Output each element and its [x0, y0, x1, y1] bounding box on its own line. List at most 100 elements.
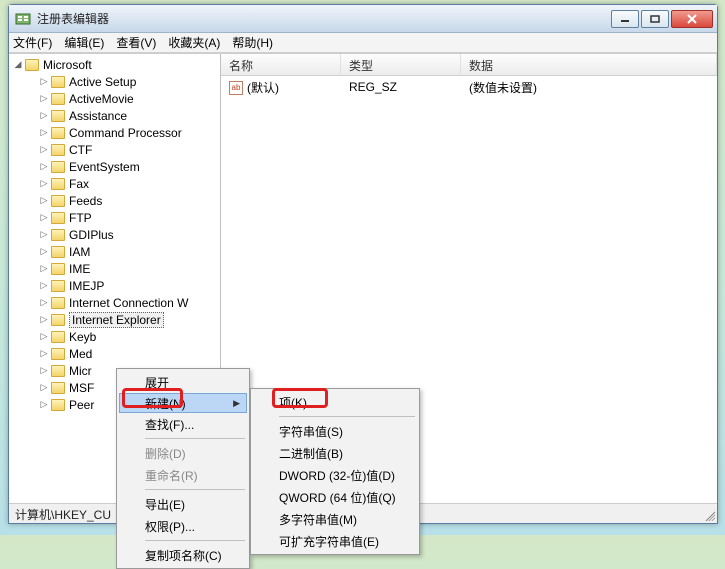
tree-label: IME: [69, 262, 90, 276]
tree-root[interactable]: ◢ Microsoft: [9, 56, 220, 73]
expand-arrow-icon[interactable]: ▷: [39, 281, 49, 291]
tree-label: Keyb: [69, 330, 96, 344]
context-menu-main: 展开 新建(N) ▶ 查找(F)... 删除(D) 重命名(R) 导出(E) 权…: [116, 368, 250, 569]
tree-label: Microsoft: [43, 58, 92, 72]
window-buttons: [609, 10, 713, 28]
tree-item[interactable]: ▷ IAM: [9, 243, 220, 260]
folder-icon: [51, 212, 65, 224]
tree-item[interactable]: ▷Active Setup: [9, 73, 220, 90]
close-button[interactable]: [671, 10, 713, 28]
minimize-button[interactable]: [611, 10, 639, 28]
folder-icon: [51, 161, 65, 173]
new-multi-string[interactable]: 多字符串值(M): [253, 508, 417, 530]
new-expandable-string[interactable]: 可扩充字符串值(E): [253, 530, 417, 552]
window-title: 注册表编辑器: [37, 10, 609, 27]
new-qword[interactable]: QWORD (64 位)值(Q): [253, 486, 417, 508]
folder-icon: [51, 314, 65, 326]
expand-arrow-icon[interactable]: ▷: [39, 94, 49, 104]
expand-arrow-icon[interactable]: ▷: [39, 230, 49, 240]
new-binary[interactable]: 二进制值(B): [253, 442, 417, 464]
tree-label: Feeds: [69, 194, 102, 208]
tree-item[interactable]: ▷Fax: [9, 175, 220, 192]
menu-edit[interactable]: 编辑(E): [64, 34, 104, 51]
tree-item[interactable]: ▷CTF: [9, 141, 220, 158]
folder-icon: [51, 144, 65, 156]
titlebar[interactable]: 注册表编辑器: [9, 5, 717, 33]
expand-arrow-icon[interactable]: ▷: [39, 145, 49, 155]
menu-file[interactable]: 文件(F): [13, 34, 52, 51]
tree-item[interactable]: ▷ Internet Explorer: [9, 311, 220, 328]
context-menu-new: 项(K) 字符串值(S) 二进制值(B) DWORD (32-位)值(D) QW…: [250, 388, 420, 555]
new-dword[interactable]: DWORD (32-位)值(D): [253, 464, 417, 486]
folder-icon: [51, 229, 65, 241]
string-value-icon: ab: [229, 81, 243, 95]
ctx-export[interactable]: 导出(E): [119, 493, 247, 515]
tree-item[interactable]: ▷ Keyb: [9, 328, 220, 345]
ctx-delete[interactable]: 删除(D): [119, 442, 247, 464]
expand-arrow-icon[interactable]: ▷: [39, 400, 49, 410]
resize-grip-icon[interactable]: [703, 509, 715, 521]
list-header[interactable]: 名称 类型 数据: [221, 54, 717, 76]
expand-arrow-icon[interactable]: ▷: [39, 179, 49, 189]
new-string[interactable]: 字符串值(S): [253, 420, 417, 442]
menu-separator: [279, 416, 415, 417]
folder-icon: [51, 348, 65, 360]
expand-arrow-icon[interactable]: ▷: [39, 247, 49, 257]
folder-icon: [51, 110, 65, 122]
tree-label: Command Processor: [69, 126, 182, 140]
ctx-expand[interactable]: 展开: [119, 371, 247, 393]
expand-arrow-icon[interactable]: ▷: [39, 196, 49, 206]
tree-label: Peer: [69, 398, 94, 412]
list-row[interactable]: ab(默认) REG_SZ (数值未设置): [221, 78, 717, 96]
expand-arrow-icon[interactable]: ▷: [39, 264, 49, 274]
tree-label: EventSystem: [69, 160, 140, 174]
tree-item[interactable]: ▷ EventSystem: [9, 158, 220, 175]
tree-label: GDIPlus: [69, 228, 114, 242]
folder-icon: [51, 93, 65, 105]
tree-label: IAM: [69, 245, 90, 259]
folder-icon: [51, 331, 65, 343]
ctx-rename[interactable]: 重命名(R): [119, 464, 247, 486]
expand-arrow-icon[interactable]: ▷: [39, 128, 49, 138]
tree-item[interactable]: ▷ Command Processor: [9, 124, 220, 141]
expand-arrow-icon[interactable]: ▷: [39, 315, 49, 325]
tree-item[interactable]: ▷ IMEJP: [9, 277, 220, 294]
expand-arrow-icon[interactable]: ▷: [39, 111, 49, 121]
menu-view[interactable]: 查看(V): [116, 34, 156, 51]
expand-arrow-icon[interactable]: ▷: [39, 332, 49, 342]
ctx-permissions[interactable]: 权限(P)...: [119, 515, 247, 537]
ctx-new[interactable]: 新建(N) ▶: [119, 393, 247, 413]
ctx-find[interactable]: 查找(F)...: [119, 413, 247, 435]
tree-item[interactable]: ▷ Med: [9, 345, 220, 362]
tree-label: Micr: [69, 364, 92, 378]
menu-favorites[interactable]: 收藏夹(A): [168, 34, 220, 51]
expand-arrow-icon[interactable]: ▷: [39, 162, 49, 172]
collapse-arrow-icon[interactable]: ◢: [13, 60, 23, 70]
col-data[interactable]: 数据: [461, 54, 717, 75]
tree-label: Internet Explorer: [69, 312, 164, 328]
tree-item[interactable]: ▷FTP: [9, 209, 220, 226]
tree-label: Med: [69, 347, 92, 361]
tree-item[interactable]: ▷ActiveMovie: [9, 90, 220, 107]
app-icon: [15, 11, 31, 27]
tree-item[interactable]: ▷Assistance: [9, 107, 220, 124]
tree-item[interactable]: ▷ Feeds: [9, 192, 220, 209]
expand-arrow-icon[interactable]: ▷: [39, 298, 49, 308]
col-name[interactable]: 名称: [221, 54, 341, 75]
expand-arrow-icon[interactable]: ▷: [39, 77, 49, 87]
tree-item[interactable]: ▷Internet Connection W: [9, 294, 220, 311]
maximize-button[interactable]: [641, 10, 669, 28]
expand-arrow-icon[interactable]: ▷: [39, 383, 49, 393]
folder-icon: [25, 59, 39, 71]
col-type[interactable]: 类型: [341, 54, 461, 75]
expand-arrow-icon[interactable]: ▷: [39, 349, 49, 359]
value-type: REG_SZ: [341, 80, 461, 94]
expand-arrow-icon[interactable]: ▷: [39, 366, 49, 376]
new-key[interactable]: 项(K): [253, 391, 417, 413]
expand-arrow-icon[interactable]: ▷: [39, 213, 49, 223]
ctx-copy-key-name[interactable]: 复制项名称(C): [119, 544, 247, 566]
tree-item[interactable]: ▷ IME: [9, 260, 220, 277]
menu-help[interactable]: 帮助(H): [232, 34, 273, 51]
tree-item[interactable]: ▷ GDIPlus: [9, 226, 220, 243]
tree-label: IMEJP: [69, 279, 104, 293]
